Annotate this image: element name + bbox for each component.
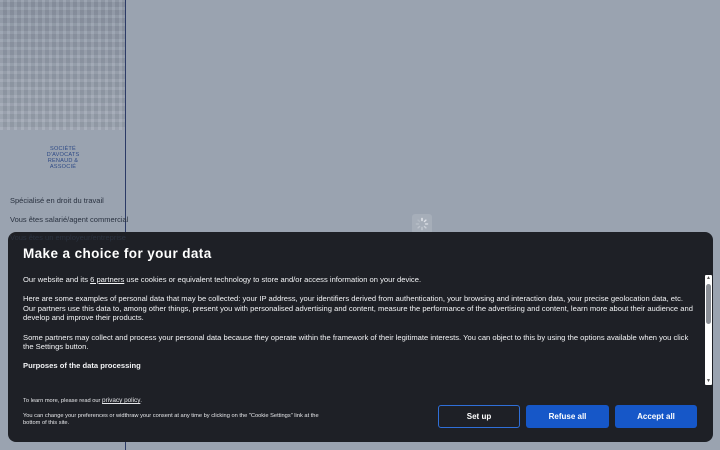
firm-logo[interactable]: SOCIÉTÉ D'AVOCATS RENAUD & ASSOCIÉ bbox=[40, 146, 86, 170]
purposes-heading[interactable]: Purposes of the data processing bbox=[23, 361, 696, 371]
consent-title: Make a choice for your data bbox=[23, 246, 212, 261]
privacy-policy-link[interactable]: privacy policy bbox=[102, 397, 140, 404]
partners-link[interactable]: 6 partners bbox=[90, 275, 124, 284]
consent-text-area[interactable]: Our website and its 6 partners use cooki… bbox=[23, 275, 696, 385]
loading-spinner-icon bbox=[412, 214, 432, 234]
change-preferences-text: You can change your preferences or width… bbox=[23, 413, 319, 427]
sidebar-link-employeur[interactable]: Vous êtes un employeur/entreprise bbox=[10, 233, 126, 242]
set-up-button[interactable]: Set up bbox=[438, 405, 520, 428]
usage-text: Our partners use this data to, among oth… bbox=[23, 303, 693, 323]
refuse-all-button[interactable]: Refuse all bbox=[526, 405, 609, 428]
consent-dialog: Make a choice for your data Our website … bbox=[8, 232, 713, 442]
accept-all-button[interactable]: Accept all bbox=[615, 405, 697, 428]
learn-more-suffix: . bbox=[140, 398, 142, 404]
logo-line: ASSOCIÉ bbox=[49, 164, 77, 170]
legitimate-interest-text: Some partners may collect and process yo… bbox=[23, 332, 689, 352]
sidebar-link-salarie[interactable]: Vous êtes salarié/agent commercial bbox=[10, 215, 128, 224]
learn-more-prefix: To learn more, please read our bbox=[23, 398, 103, 404]
learn-more-text: To learn more, please read our privacy p… bbox=[23, 397, 323, 405]
intro-text-end: use cookies or equivalent technology to … bbox=[124, 275, 422, 284]
scroll-down-icon[interactable]: ▼ bbox=[705, 378, 712, 385]
sidebar-link-droit-du-travail[interactable]: Spécialisé en droit du travail bbox=[10, 196, 104, 205]
scroll-up-icon[interactable]: ▲ bbox=[705, 275, 712, 282]
scrollbar-thumb[interactable] bbox=[706, 284, 711, 324]
consent-scrollbar[interactable]: ▲ ▼ bbox=[705, 275, 712, 385]
intro-text: Our website and its bbox=[23, 275, 91, 284]
examples-text: Here are some examples of personal data … bbox=[23, 294, 684, 304]
